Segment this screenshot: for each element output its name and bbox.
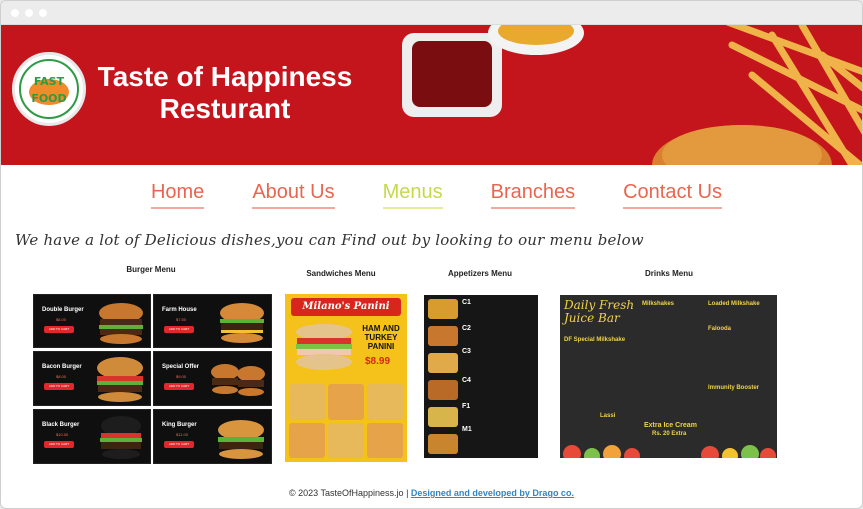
nav-menus[interactable]: Menus [382,181,443,209]
drinks-section: DF Special Milkshake [564,337,626,343]
hero-banner: FAST FOOD Taste of Happiness Resturant [1,25,862,165]
burger-card[interactable]: Special Offer $9.00 ADD TO CART [153,351,272,406]
panini-tile [289,384,325,420]
panini-tile [328,384,364,420]
panini-image [296,324,352,370]
burger-image [218,420,264,459]
burger-name: Double Burger [42,307,84,313]
appetizer-code: F1 [462,403,471,410]
burger-card[interactable]: Double Burger $8.00 ADD TO CART [33,294,151,348]
burger-card[interactable]: Bacon Burger $8.00 ADD TO CART [33,351,151,406]
sandwiches-menu-image[interactable]: Milano's Panini HAM AND TURKEY PANINI $8… [285,294,407,462]
drinks-section: Lassi [600,413,616,419]
nav-about-us[interactable]: About Us [252,181,335,209]
drinks-section: Falooda [708,326,732,332]
burger-price: $10.00 [56,432,69,437]
panini-tile [367,422,403,458]
fast-food-logo[interactable]: FAST FOOD [12,52,86,126]
drinks-section: Immunity Booster [708,385,760,391]
burger-image [97,357,143,402]
appetizer-code: C2 [462,325,471,332]
burger-image [100,416,142,459]
juice-bar-header: Daily Fresh Juice Bar [564,299,634,325]
appetizer-photos [428,299,458,454]
appetizer-code: C4 [462,377,471,384]
food-photo [572,25,862,165]
burger-name: Special Offer [162,364,200,370]
burger-name: King Burger [162,422,197,428]
burger-price: $11.00 [176,432,188,437]
drinks-menu-title: Drinks Menu [644,269,693,278]
site-title: Taste of Happiness Resturant [91,61,359,125]
burger-image [99,303,143,344]
panini-price: $8.99 [365,356,391,367]
add-to-cart-button[interactable]: ADD TO CART [164,441,194,448]
nav-branches[interactable]: Branches [490,181,576,209]
burger-image [220,303,264,343]
burger-card[interactable]: King Burger $11.00 ADD TO CART [153,409,272,464]
appetizer-photo [428,353,458,373]
appetizer-code: C1 [462,299,471,306]
window-dot-icon [25,8,33,17]
extra-ice-cream-price: Rs. 20 Extra [652,431,687,437]
juice-bar-header-line2: Juice Bar [564,311,620,325]
add-to-cart-button[interactable]: ADD TO CART [164,383,194,390]
drinks-section: Milkshakes [642,301,675,307]
drinks-menu-image[interactable]: Daily Fresh Juice Bar Milkshakes Loaded … [560,295,777,458]
burger-price: $7.50 [176,317,187,322]
burger-menu-intro [46,278,256,283]
menu-tagline: We have a lot of Delicious dishes,you ca… [15,231,644,249]
appetizer-photo [428,380,458,400]
appetizer-code: C3 [462,348,471,355]
site-footer: © 2023 TasteOfHappiness.jo | Designed an… [1,488,862,498]
appetizer-code: M1 [462,426,472,433]
burger-price: $8.00 [56,317,67,322]
panini-tile [328,422,364,458]
panini-promo: HAM AND TURKEY PANINI [362,324,400,351]
appetizer-photo [428,407,458,427]
logo-text-top: FAST [34,75,65,88]
sandwiches-menu-title: Sandwiches Menu [306,269,376,278]
burger-price: $8.00 [56,374,67,379]
appetizers-menu-title: Appetizers Menu [447,269,512,278]
window-dot-icon [39,8,47,17]
add-to-cart-button[interactable]: ADD TO CART [164,326,194,333]
sauce-cup [488,25,584,55]
burger-price: $9.00 [176,374,187,379]
add-to-cart-button[interactable]: ADD TO CART [44,383,74,390]
add-to-cart-button[interactable]: ADD TO CART [44,326,74,333]
logo-text-bottom: FOOD [31,92,66,105]
burger-image [211,364,265,396]
burger-name: Farm House [162,307,197,313]
burger-name: Bacon Burger [42,364,82,370]
window-dot-icon [11,8,19,17]
burger-card[interactable]: Farm House $7.50 ADD TO CART [153,294,272,348]
appetizers-menu-image[interactable]: C1 C2 C3 C4 F1 M1 [424,295,538,458]
appetizer-photo [428,299,458,319]
site-title-line2: Resturant [159,93,291,124]
panini-grid [289,384,403,458]
add-to-cart-button[interactable]: ADD TO CART [44,441,74,448]
fruit-border [563,445,776,458]
drinks-section: Loaded Milkshake [708,301,760,307]
burger-menu-title: Burger Menu [126,265,176,274]
appetizer-photo [428,434,458,454]
developer-link[interactable]: Designed and developed by Drago co. [411,488,574,498]
site-title-line1: Taste of Happiness [97,61,353,92]
burger-name: Black Burger [42,422,80,428]
burger-card[interactable]: Black Burger $10.00 ADD TO CART [33,409,151,464]
browser-window: FAST FOOD Taste of Happiness Resturant H… [0,0,863,509]
appetizer-photo [428,326,458,346]
panini-tile [289,422,325,458]
sandwiches-header: Milano's Panini [291,298,401,316]
nav-contact-us[interactable]: Contact Us [623,181,723,209]
extra-ice-cream: Extra Ice Cream [644,422,697,429]
copyright-text: © 2023 TasteOfHappiness.jo | [289,488,411,498]
panini-tile [367,384,403,420]
nav-home[interactable]: Home [150,181,205,209]
main-nav: Home About Us Menus Branches Contact Us [1,181,862,209]
window-chrome [1,1,862,25]
